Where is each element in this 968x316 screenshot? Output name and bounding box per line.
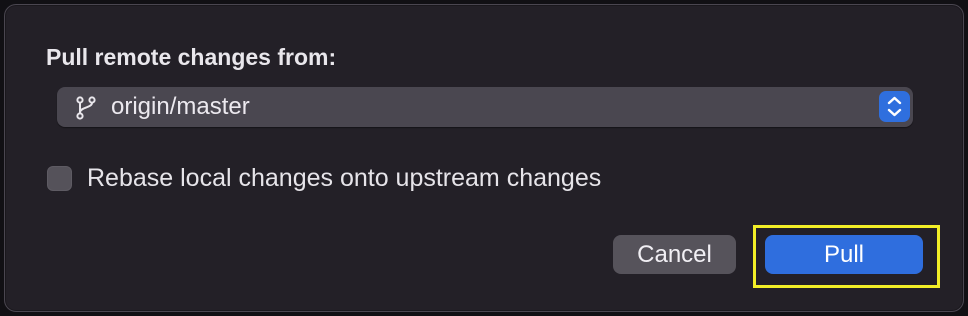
remote-branch-value: origin/master xyxy=(111,93,250,120)
branch-icon xyxy=(76,96,96,120)
up-down-chevron-icon xyxy=(887,96,902,117)
remote-branch-select[interactable]: origin/master xyxy=(57,87,913,127)
pull-dialog: Pull remote changes from: origin/master … xyxy=(4,4,964,312)
select-stepper[interactable] xyxy=(879,91,910,122)
dialog-heading: Pull remote changes from: xyxy=(46,44,337,70)
rebase-checkbox-label[interactable]: Rebase local changes onto upstream chang… xyxy=(87,164,601,193)
cancel-button[interactable]: Cancel xyxy=(613,235,736,274)
rebase-checkbox[interactable] xyxy=(47,166,72,191)
pull-button[interactable]: Pull xyxy=(765,235,923,274)
